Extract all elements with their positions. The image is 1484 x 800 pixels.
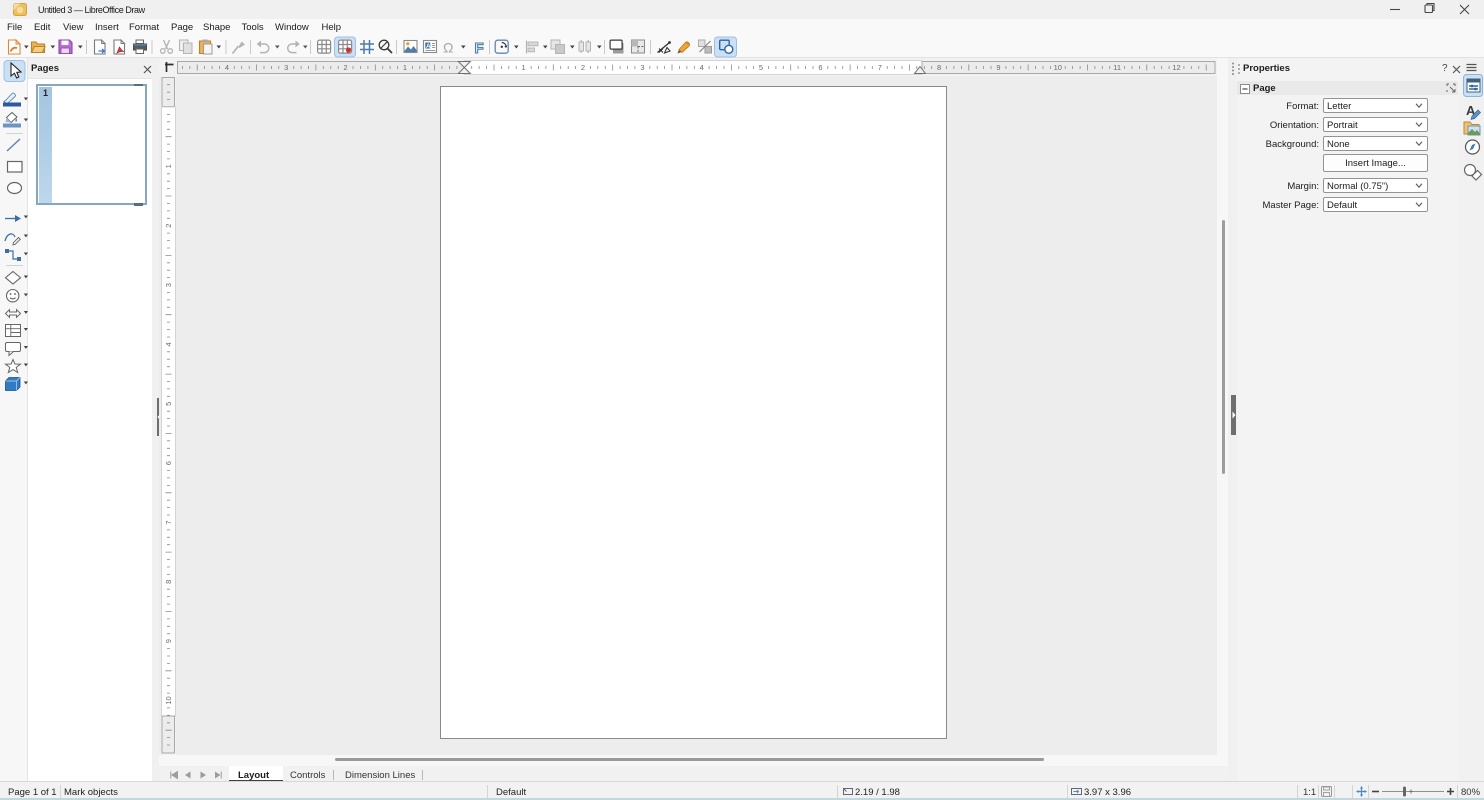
- svg-text:9: 9: [164, 639, 173, 643]
- svg-text:10: 10: [164, 696, 173, 704]
- svg-text:7: 7: [878, 63, 882, 72]
- svg-text:Ω: Ω: [443, 40, 453, 56]
- svg-text:A: A: [426, 43, 431, 50]
- svg-text:11: 11: [1113, 63, 1121, 72]
- svg-text:2: 2: [344, 63, 348, 72]
- svg-text:5: 5: [759, 63, 763, 72]
- svg-text:4: 4: [700, 63, 704, 72]
- svg-text:5: 5: [164, 402, 173, 406]
- svg-text:9: 9: [996, 63, 1000, 72]
- svg-text:F: F: [475, 40, 484, 57]
- svg-text:1: 1: [164, 164, 173, 168]
- svg-text:10: 10: [1054, 63, 1062, 72]
- svg-text:1: 1: [522, 63, 526, 72]
- svg-text:2: 2: [164, 224, 173, 228]
- svg-text:4: 4: [164, 342, 173, 346]
- svg-text:3: 3: [284, 63, 288, 72]
- svg-text:3: 3: [164, 283, 173, 287]
- svg-text:6: 6: [164, 461, 173, 465]
- svg-text:4: 4: [225, 63, 229, 72]
- svg-text:3: 3: [640, 63, 644, 72]
- svg-text:2: 2: [581, 63, 585, 72]
- svg-text:8: 8: [937, 63, 941, 72]
- svg-text:8: 8: [164, 580, 173, 584]
- svg-text:7: 7: [164, 520, 173, 524]
- svg-text:12: 12: [1172, 63, 1180, 72]
- svg-text:1: 1: [403, 63, 407, 72]
- svg-text:6: 6: [818, 63, 822, 72]
